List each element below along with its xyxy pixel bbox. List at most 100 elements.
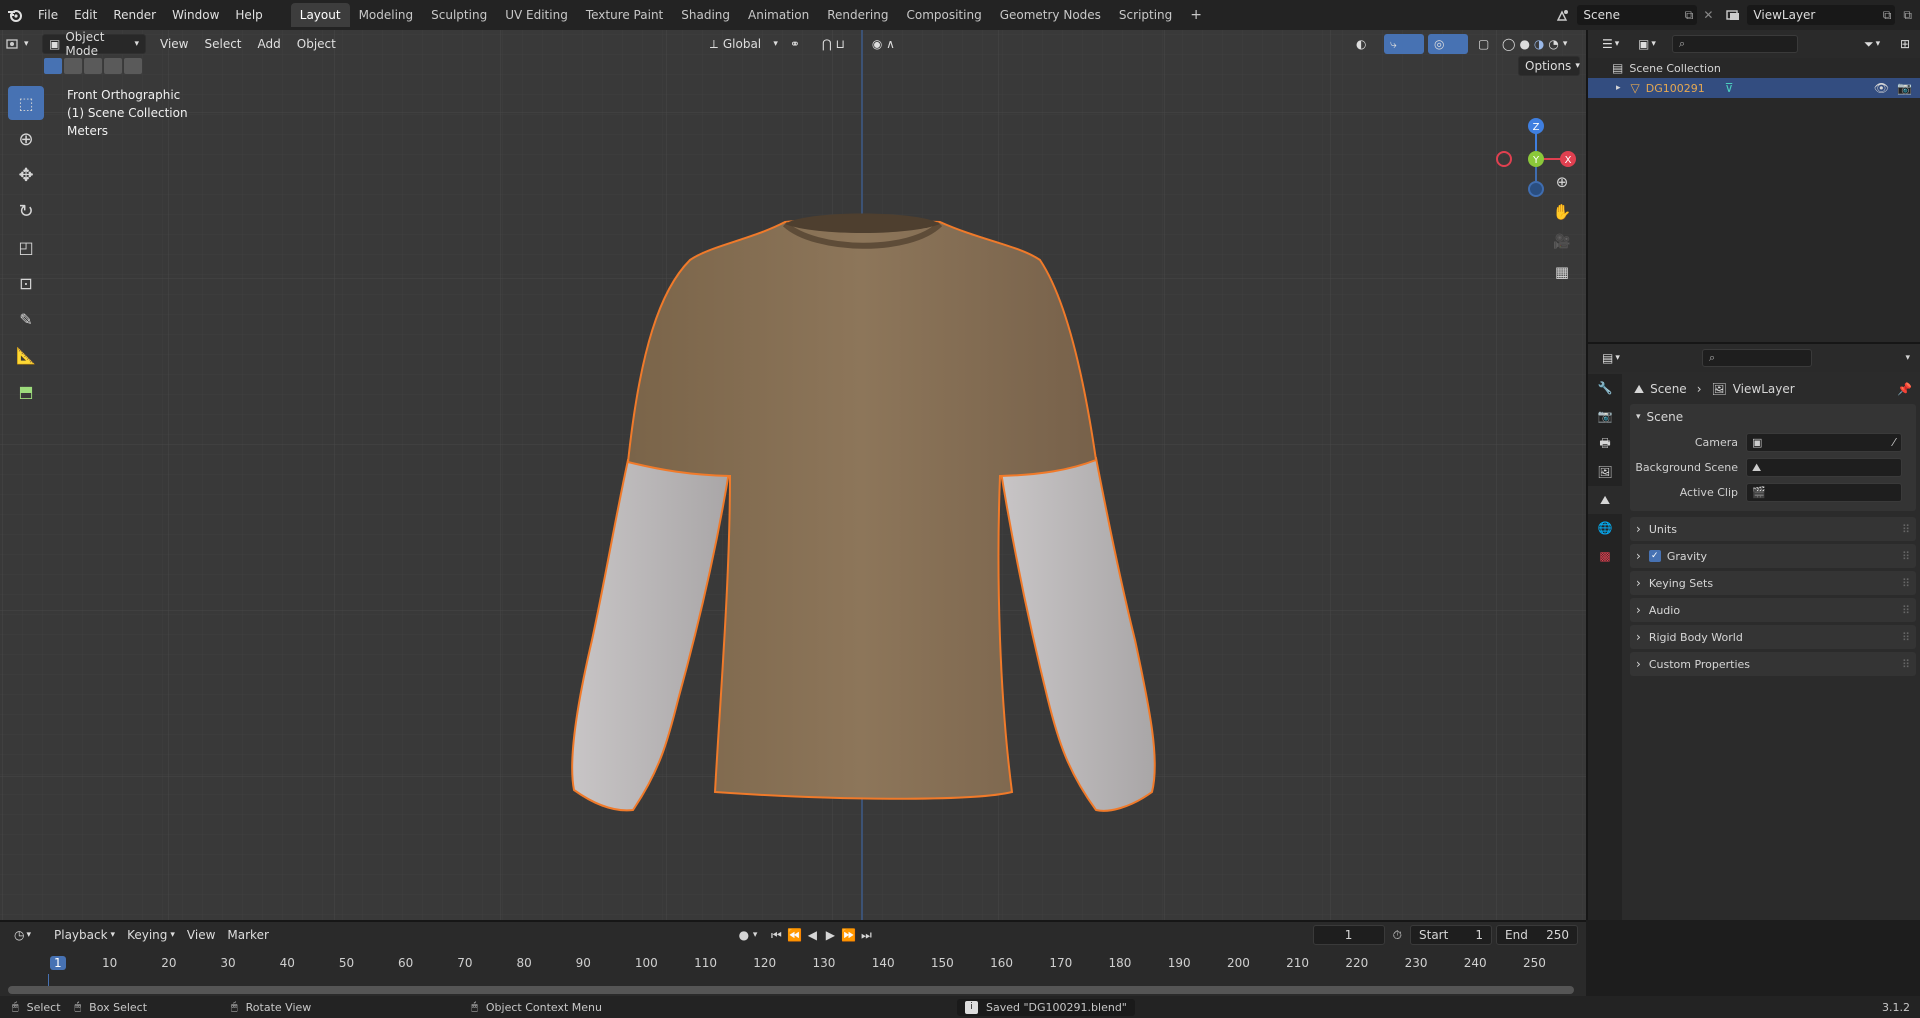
viewport-menu-view[interactable]: View <box>152 37 196 51</box>
drag-handle-icon[interactable]: ⠿ <box>1902 658 1910 671</box>
expand-arrow-icon[interactable]: ▸ <box>1616 83 1621 93</box>
timeline-editor-dropdown[interactable]: ◷ ▾ <box>8 925 48 945</box>
viewport-menu-object[interactable]: Object <box>289 37 344 51</box>
prev-keyframe-button[interactable]: ⏪ <box>785 926 803 944</box>
display-mode-dropdown[interactable]: ▣ ▾ <box>1632 34 1668 54</box>
field-input-active-clip[interactable]: 🎬 <box>1746 483 1902 502</box>
panel-rigid-body-world[interactable]: › Rigid Body World ⠿ <box>1630 625 1916 649</box>
scene-selector[interactable]: Scene ⧉ <box>1577 5 1698 25</box>
select-subtract-icon[interactable] <box>84 58 102 74</box>
select-new-icon[interactable] <box>44 58 62 74</box>
play-reverse-button[interactable]: ◀ <box>803 926 821 944</box>
shading-modes[interactable]: ◯ ● ◑ ◔ ▾ <box>1496 34 1586 54</box>
menu-render[interactable]: Render <box>105 0 164 30</box>
end-frame-field[interactable]: End 250 <box>1496 925 1578 945</box>
proportional-edit-toggle[interactable]: ◉ ∧ <box>866 34 916 54</box>
transform-tool[interactable]: ⊡ <box>8 266 44 300</box>
visibility-dropdown[interactable]: ◐ <box>1350 34 1384 54</box>
drag-handle-icon[interactable]: ⠿ <box>1902 523 1910 536</box>
properties-editor-dropdown[interactable]: ▤ ▾ <box>1596 348 1632 368</box>
menu-help[interactable]: Help <box>227 0 270 30</box>
transform-orientation-dropdown[interactable]: ⟂ Global ▾ <box>704 34 784 54</box>
output-tab[interactable]: 🖶 <box>1588 430 1622 458</box>
properties-search-input[interactable]: ⌕ <box>1702 349 1812 367</box>
3d-viewport[interactable]: ▾ ▣ Object Mode ▾ View Select Add Object ⟂ … <box>0 30 1586 920</box>
tab-modeling[interactable]: Modeling <box>350 3 423 27</box>
tab-scripting[interactable]: Scripting <box>1110 3 1181 27</box>
view-layer-tab[interactable]: 🖼 <box>1588 458 1622 486</box>
visibility-eye-icon[interactable]: 👁 <box>1874 81 1889 95</box>
pan-hand-icon[interactable]: ✋ <box>1548 198 1576 226</box>
rotate-tool[interactable]: ↻ <box>8 194 44 228</box>
outliner-editor-dropdown[interactable]: ☰ ▾ <box>1596 34 1632 54</box>
render-tab[interactable]: 📷 <box>1588 402 1622 430</box>
texture-tab[interactable]: ▩ <box>1588 542 1622 570</box>
tool-tab[interactable]: 🔧 <box>1588 374 1622 402</box>
add-workspace-button[interactable]: + <box>1181 3 1211 27</box>
xray-toggle[interactable]: ▢ <box>1472 34 1496 54</box>
remove-layer-icon[interactable]: ⧉ <box>1903 8 1912 23</box>
drag-handle-icon[interactable]: ⠿ <box>1902 550 1910 563</box>
drag-handle-icon[interactable]: ⠿ <box>1902 604 1910 617</box>
panel-audio[interactable]: › Audio ⠿ <box>1630 598 1916 622</box>
scene-section-header[interactable]: ▾ Scene <box>1630 404 1916 430</box>
zoom-icon[interactable]: ⊕ <box>1548 168 1576 196</box>
panel-gravity[interactable]: › ✓ Gravity ⠿ <box>1630 544 1916 568</box>
filter-dropdown[interactable]: ⏷ ▾ <box>1858 34 1894 54</box>
rendered-icon[interactable]: ◔ <box>1548 37 1558 51</box>
frame-ruler[interactable]: 1 10 20 30 40 50 60 70 80 90 100 110 120 130 140 150 160… <box>0 956 1586 976</box>
select-extend-icon[interactable] <box>64 58 82 74</box>
mode-dropdown[interactable]: ▣ Object Mode ▾ <box>42 30 146 58</box>
copy-icon[interactable]: ⧉ <box>1685 5 1694 25</box>
annotate-tool[interactable]: ✎ <box>8 302 44 336</box>
select-intersect-icon[interactable] <box>124 58 142 74</box>
tab-layout[interactable]: Layout <box>290 3 350 27</box>
measure-tool[interactable]: 📐 <box>8 338 44 372</box>
panel-keying-sets[interactable]: › Keying Sets ⠿ <box>1630 571 1916 595</box>
eyedropper-icon[interactable]: ⁄ <box>1893 436 1895 449</box>
start-frame-field[interactable]: Start 1 <box>1410 925 1492 945</box>
stopwatch-icon[interactable]: ⏱ <box>1393 928 1402 943</box>
ortho-grid-icon[interactable]: ▦ <box>1548 258 1576 286</box>
timeline-menu-marker[interactable]: Marker <box>221 925 274 945</box>
props-options-chevron-icon[interactable]: ▾ <box>1905 353 1910 363</box>
outliner-row-object[interactable]: ▸ ▽ DG100291 ⊽ 👁 📷 <box>1588 78 1920 98</box>
menu-edit[interactable]: Edit <box>66 0 105 30</box>
camera-view-icon[interactable]: 🎥 <box>1548 228 1576 256</box>
tab-texture-paint[interactable]: Texture Paint <box>577 3 672 27</box>
pin-icon[interactable]: 📌 <box>1897 382 1912 396</box>
viewport-menu-add[interactable]: Add <box>250 37 289 51</box>
new-collection-button[interactable]: ⊞ <box>1894 34 1920 54</box>
field-input-background-scene[interactable]: ⛰ <box>1746 458 1902 477</box>
panel-custom-properties[interactable]: › Custom Properties ⠿ <box>1630 652 1916 676</box>
scene-tab[interactable]: ⛰ <box>1588 486 1622 514</box>
outliner-row-scene-collection[interactable]: ▤ Scene Collection <box>1588 58 1920 78</box>
pivot-dropdown[interactable]: ⚭ <box>784 34 816 54</box>
move-tool[interactable]: ✥ <box>8 158 44 192</box>
tab-uv-editing[interactable]: UV Editing <box>496 3 577 27</box>
neg-z-axis-handle[interactable] <box>1528 181 1544 197</box>
scene-icon[interactable] <box>1553 8 1573 22</box>
material-preview-icon[interactable]: ◑ <box>1534 37 1544 51</box>
close-scene-icon[interactable]: ✕ <box>1703 8 1713 22</box>
snap-toggle[interactable]: ⋂ ⊔ <box>816 34 866 54</box>
tab-geometry-nodes[interactable]: Geometry Nodes <box>991 3 1110 27</box>
menu-file[interactable]: File <box>30 0 66 30</box>
play-button[interactable]: ▶ <box>821 926 839 944</box>
select-invert-icon[interactable] <box>104 58 122 74</box>
view-layer-icon[interactable] <box>1723 8 1743 22</box>
render-camera-icon[interactable]: 📷 <box>1897 81 1912 95</box>
outliner-search-input[interactable]: ⌕ <box>1672 35 1798 53</box>
timeline-menu-keying[interactable]: Keying ▾ <box>121 925 181 945</box>
select-box-tool[interactable]: ⬚ <box>8 86 44 120</box>
next-keyframe-button[interactable]: ⏩ <box>839 926 857 944</box>
timeline-scrollbar[interactable] <box>8 986 1574 994</box>
record-button[interactable]: ● <box>735 926 753 944</box>
editor-type-dropdown[interactable]: ▾ <box>0 34 36 54</box>
timeline-menu-view[interactable]: View <box>181 925 221 945</box>
cursor-tool[interactable]: ⊕ <box>8 122 44 156</box>
gizmo-toggle[interactable]: ⤷ <box>1384 34 1424 54</box>
solid-icon[interactable]: ● <box>1519 37 1529 51</box>
jump-start-button[interactable]: ⏮ <box>767 926 785 944</box>
options-button[interactable]: Options ▾ <box>1518 56 1580 76</box>
